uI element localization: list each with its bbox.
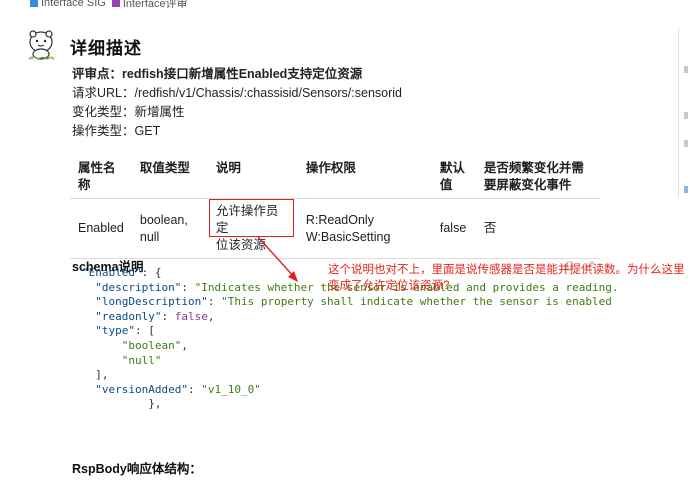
code-key: "longDescription" (95, 295, 208, 309)
code-key: "Enabled" (82, 266, 142, 279)
col-header-name: 属性名称 (70, 156, 132, 199)
code-key: "readonly" (95, 309, 162, 323)
review-label: 评审点： (72, 67, 123, 81)
highlight-box (209, 199, 294, 237)
col-header-desc: 说明 (207, 156, 298, 199)
url-value: /redfish/v1/Chassis/:chassisid/Sensors/:… (134, 86, 402, 100)
cell-frequent: 否 (475, 198, 600, 259)
cell-permission: R:ReadOnly W:BasicSetting (297, 198, 432, 259)
code-key: "type" (95, 324, 135, 338)
code-string: "null" (121, 353, 162, 367)
table-row: Enabled boolean, null 允许操作员定 位该资源 R:ReadOn… (70, 198, 600, 259)
col-header-permission: 操作权限 (297, 156, 432, 199)
tag-label: Interface SIG (41, 0, 106, 9)
code-key: "versionAdded" (95, 382, 188, 396)
table-header-row: 属性名称 取值类型 说明 操作权限 默认值 是否频繁变化并需要屏蔽变化事件 (70, 156, 600, 199)
change-label: 变化类型： (72, 105, 135, 119)
mascot-icon (28, 30, 55, 60)
tag-label: Interface评审 (122, 0, 188, 10)
cell-default: false (431, 198, 476, 259)
op-value: GET (134, 124, 161, 138)
cell-perm-line: W:BasicSetting (305, 229, 391, 244)
code-string: "boolean" (121, 338, 182, 352)
right-divider (678, 28, 679, 198)
scroll-mark (684, 66, 688, 73)
change-value: 新增属性 (134, 105, 185, 119)
review-point: 评审点：redfish接口新增属性Enabled支持定位资源 (72, 66, 362, 83)
tag-bar: Interface SIG Interface评审 (30, 0, 188, 10)
tag-interface-sig[interactable]: Interface SIG (30, 0, 106, 9)
col-header-type: 取值类型 (131, 156, 208, 199)
comment-line: 变成了允许定位该资源? (328, 280, 450, 292)
operation-type: 操作类型：GET (72, 123, 160, 140)
cell-perm-line: R:ReadOnly (305, 212, 374, 227)
cell-type-line: null (139, 229, 160, 244)
scroll-mark (684, 112, 688, 119)
cell-name: Enabled (70, 198, 132, 259)
rspbody-title: RspBody响应体结构： (72, 462, 202, 476)
code-literal: false (174, 309, 208, 323)
scroll-mark (684, 140, 688, 147)
col-header-default: 默认值 (431, 156, 476, 199)
change-type: 变化类型：新增属性 (72, 104, 185, 121)
code-key: "description" (95, 280, 182, 294)
url-label: 请求URL： (72, 86, 135, 100)
tag-interface-review[interactable]: Interface评审 (111, 0, 188, 11)
review-value: redfish接口新增属性Enabled支持定位资源 (122, 67, 363, 81)
tag-color-square (30, 0, 38, 7)
code-string: "This property shall indicate whether th… (221, 295, 612, 309)
scroll-mark (684, 186, 688, 193)
request-url: 请求URL：/redfish/v1/Chassis/:chassisid/Sen… (72, 85, 402, 102)
attribute-table: 属性名称 取值类型 说明 操作权限 默认值 是否频繁变化并需要屏蔽变化事件 En… (70, 156, 600, 259)
section-heading: 详细描述 (70, 39, 142, 58)
cell-desc-line: 位该资源 (215, 238, 266, 252)
cell-type-line: boolean, (139, 212, 188, 227)
op-label: 操作类型： (72, 124, 135, 138)
cell-type: boolean, null (131, 198, 208, 259)
col-header-frequent: 是否频繁变化并需要屏蔽变化事件 (475, 156, 600, 199)
review-comment: 这个说明也对不上，里面是说传感器是否是能并提供读数。为什么这里 变成了允许定位该… (328, 262, 688, 294)
tag-color-square (111, 0, 120, 7)
comment-line: 这个说明也对不上，里面是说传感器是否是能并提供读数。为什么这里 (328, 264, 685, 276)
code-string: "v1_10_0" (201, 382, 261, 396)
